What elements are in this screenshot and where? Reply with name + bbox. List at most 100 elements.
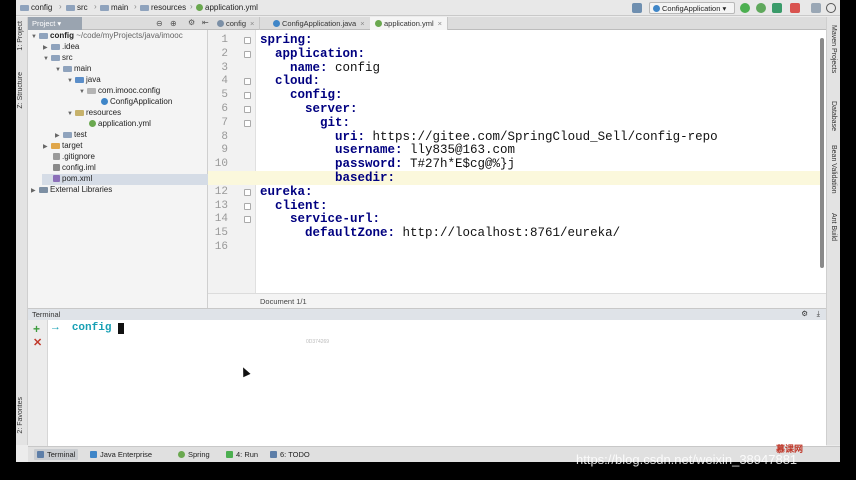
coverage-icon[interactable] (772, 3, 782, 13)
folder-icon (51, 55, 60, 61)
code-editor[interactable]: 12345678910111213141516 spring: applicat… (208, 30, 826, 308)
tree-node-java[interactable]: ▼ java (67, 75, 101, 86)
tree-node-application-yml[interactable]: application.yml (89, 119, 151, 130)
chevron-right-icon[interactable]: ▶ (43, 44, 51, 51)
chevron-down-icon[interactable]: ▼ (67, 111, 75, 117)
stop-icon[interactable] (790, 3, 800, 13)
fold-marker-icon[interactable] (244, 78, 251, 86)
spring-boot-class-icon (101, 98, 108, 105)
structure-tool-button[interactable]: Z: Structure (17, 72, 24, 109)
folder-icon (100, 5, 109, 11)
code-line: client: (260, 199, 328, 213)
search-icon[interactable] (826, 3, 836, 13)
tree-node-idea[interactable]: ▶ .idea (43, 42, 79, 53)
breadcrumb-config[interactable]: config (20, 3, 52, 12)
bottom-tab-spring[interactable]: Spring (178, 450, 210, 459)
close-session-icon[interactable]: ✕ (33, 336, 42, 349)
fold-marker-icon[interactable] (244, 106, 251, 113)
gear-icon[interactable]: ⚙ (188, 18, 195, 27)
current-line-gutter-highlight (208, 171, 256, 185)
breadcrumb-separator: › (190, 2, 193, 11)
tree-node-pom-xml[interactable]: pom.xml (42, 174, 208, 185)
bottom-tab-run[interactable]: 4: Run (226, 450, 258, 459)
fold-marker-icon[interactable] (244, 216, 251, 224)
library-icon (39, 187, 48, 193)
fold-marker-icon[interactable] (244, 92, 251, 100)
breadcrumb-resources[interactable]: resources (140, 3, 186, 12)
collapse-all-icon[interactable]: ⊖ (156, 19, 163, 28)
bottom-tab-terminal[interactable]: Terminal (34, 449, 79, 460)
chevron-right-icon[interactable]: ▶ (43, 143, 51, 150)
line-number: 9 (221, 144, 228, 157)
bottom-tab-todo[interactable]: 6: TODO (270, 450, 310, 459)
code-line: server: (260, 102, 358, 116)
tree-node-src[interactable]: ▼ src (43, 53, 73, 64)
close-icon[interactable]: × (360, 19, 364, 28)
navigation-bar: config › src › main › resources › applic… (16, 0, 840, 16)
yaml-key: eureka: (260, 184, 313, 199)
bean-validation-tool-button[interactable]: Bean Validation (830, 145, 837, 194)
text-file-icon (53, 153, 60, 160)
yaml-key: cloud: (260, 74, 321, 89)
chevron-down-icon[interactable]: ▼ (67, 78, 75, 84)
new-session-icon[interactable]: + (33, 322, 40, 336)
line-number: 1 (221, 34, 228, 46)
tree-node-config-application[interactable]: ConfigApplication (101, 97, 172, 108)
chevron-down-icon[interactable]: ▼ (79, 89, 87, 95)
run-icon[interactable] (740, 3, 750, 13)
chevron-down-icon[interactable]: ▼ (43, 56, 51, 62)
maven-projects-tool-button[interactable]: Maven Projects (830, 25, 837, 73)
hide-icon[interactable]: ⤓ (817, 309, 820, 319)
ant-build-tool-button[interactable]: Ant Build (830, 213, 837, 241)
breadcrumb-src[interactable]: src (66, 3, 88, 12)
run-configuration-select[interactable]: ConfigApplication ▾ (649, 2, 735, 14)
terminal-console[interactable]: → config 0D374269 (48, 320, 826, 446)
project-view-selector[interactable]: Project ▾ (28, 17, 82, 30)
tab-application-yml[interactable]: application.yml × (370, 17, 448, 30)
project-tool-button[interactable]: 1: Project (17, 21, 24, 51)
editor-scrollbar[interactable] (820, 38, 824, 268)
editor-gutter: 12345678910111213141516 (208, 30, 256, 293)
tree-node-main[interactable]: ▼ main (55, 64, 91, 75)
code-line: password: T#27h*E$cg@%}j (260, 157, 515, 171)
tree-node-external-libraries[interactable]: ▶ External Libraries (31, 185, 112, 196)
gear-icon[interactable]: ⚙ (801, 309, 808, 318)
fold-marker-icon[interactable] (244, 188, 251, 196)
chevron-right-icon[interactable]: ▶ (55, 132, 63, 139)
scroll-from-source-icon[interactable]: ⊕ (170, 19, 177, 28)
bottom-tab-java-enterprise[interactable]: Java Enterprise (90, 450, 152, 459)
module-icon (217, 20, 224, 27)
code-line: name: config (260, 61, 380, 75)
debug-icon[interactable] (756, 3, 766, 13)
hide-panel-icon[interactable]: ⇤ (202, 18, 209, 27)
vcs-update-icon[interactable] (632, 3, 642, 13)
tree-node-package[interactable]: ▼ com.imooc.config (79, 86, 160, 97)
tab-config-application-java[interactable]: ConfigApplication.java × (268, 17, 371, 30)
yaml-key: username: (260, 143, 403, 158)
fold-marker-icon[interactable] (244, 119, 251, 127)
line-number: 4 (221, 75, 228, 88)
tree-node-gitignore[interactable]: .gitignore (53, 152, 95, 163)
close-icon[interactable]: × (250, 19, 254, 28)
yaml-key: uri: (260, 129, 366, 144)
close-icon[interactable]: × (438, 19, 442, 28)
tree-node-test[interactable]: ▶ test (55, 130, 87, 141)
tree-node-target[interactable]: ▶ target (43, 141, 82, 152)
chevron-down-icon[interactable]: ▼ (31, 34, 39, 40)
breadcrumb-main[interactable]: main (100, 3, 128, 12)
tree-node-resources[interactable]: ▼ resources (67, 108, 121, 119)
project-structure-icon[interactable] (811, 3, 821, 13)
tree-node-root[interactable]: ▼ config ~/code/myProjects/java/imooc (31, 31, 183, 42)
favorites-tool-button[interactable]: 2: Favorites (17, 397, 24, 434)
chevron-right-icon[interactable]: ▶ (31, 187, 39, 194)
tab-config[interactable]: config × (212, 17, 261, 30)
java-class-icon (273, 20, 280, 27)
breadcrumb-application-yml[interactable]: application.yml (196, 3, 258, 12)
yaml-key: password: (260, 157, 403, 172)
fold-marker-icon[interactable] (244, 50, 251, 58)
fold-marker-icon[interactable] (244, 202, 251, 210)
fold-marker-icon[interactable] (244, 37, 251, 44)
chevron-down-icon[interactable]: ▼ (55, 67, 63, 73)
tree-node-config-iml[interactable]: config.iml (53, 163, 96, 174)
database-tool-button[interactable]: Database (830, 101, 837, 131)
